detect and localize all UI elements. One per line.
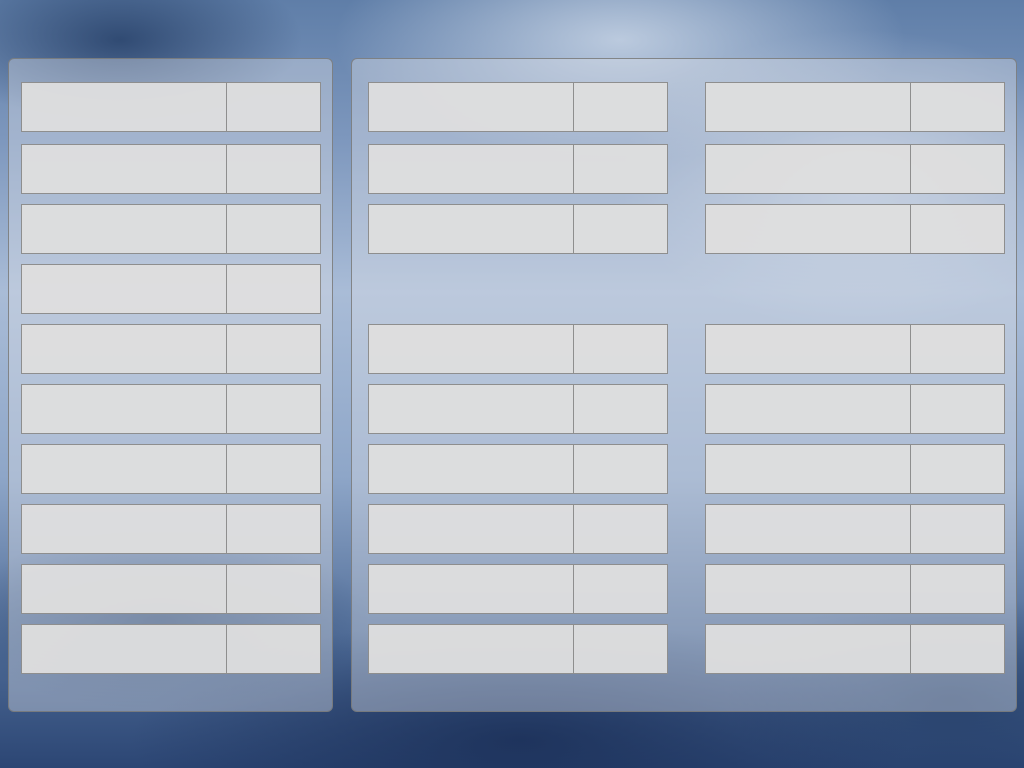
row-name-cell xyxy=(706,325,911,373)
left-list-row[interactable] xyxy=(21,324,321,374)
row-name-cell xyxy=(369,505,574,553)
row-name-cell xyxy=(369,83,574,131)
column-a-row[interactable] xyxy=(368,444,668,494)
row-value-cell xyxy=(574,505,667,553)
row-name-cell xyxy=(22,385,227,433)
column-b-row[interactable] xyxy=(705,444,1005,494)
row-name-cell xyxy=(22,205,227,253)
left-list-row[interactable] xyxy=(21,144,321,194)
row-value-cell xyxy=(227,205,320,253)
left-list-row[interactable] xyxy=(21,384,321,434)
row-name-cell xyxy=(369,145,574,193)
row-name-cell xyxy=(369,445,574,493)
row-value-cell xyxy=(574,205,667,253)
left-list-row[interactable] xyxy=(21,82,321,132)
row-value-cell xyxy=(227,145,320,193)
column-b-row[interactable] xyxy=(705,324,1005,374)
column-b-row[interactable] xyxy=(705,144,1005,194)
column-b-row[interactable] xyxy=(705,564,1005,614)
row-value-cell xyxy=(911,445,1004,493)
column-b-row[interactable] xyxy=(705,624,1005,674)
row-value-cell xyxy=(574,385,667,433)
left-list-row[interactable] xyxy=(21,204,321,254)
row-value-cell xyxy=(574,145,667,193)
row-name-cell xyxy=(706,83,911,131)
column-b-row[interactable] xyxy=(705,82,1005,132)
row-value-cell xyxy=(911,385,1004,433)
column-a-row[interactable] xyxy=(368,324,668,374)
row-value-cell xyxy=(227,625,320,673)
row-value-cell xyxy=(227,83,320,131)
left-list-row[interactable] xyxy=(21,504,321,554)
left-list-row[interactable] xyxy=(21,564,321,614)
column-a-row[interactable] xyxy=(368,384,668,434)
row-name-cell xyxy=(22,625,227,673)
row-value-cell xyxy=(227,505,320,553)
left-list-row[interactable] xyxy=(21,444,321,494)
column-a-row[interactable] xyxy=(368,624,668,674)
row-name-cell xyxy=(706,625,911,673)
row-value-cell xyxy=(574,83,667,131)
row-value-cell xyxy=(227,385,320,433)
row-value-cell xyxy=(911,565,1004,613)
row-value-cell xyxy=(227,445,320,493)
row-name-cell xyxy=(22,145,227,193)
row-value-cell xyxy=(227,565,320,613)
row-value-cell xyxy=(574,565,667,613)
left-list-row[interactable] xyxy=(21,264,321,314)
row-name-cell xyxy=(706,505,911,553)
row-name-cell xyxy=(706,445,911,493)
column-a-row[interactable] xyxy=(368,564,668,614)
row-value-cell xyxy=(911,325,1004,373)
row-name-cell xyxy=(706,145,911,193)
row-name-cell xyxy=(22,565,227,613)
row-name-cell xyxy=(22,265,227,313)
right-panel xyxy=(351,58,1017,712)
column-a-row[interactable] xyxy=(368,144,668,194)
row-value-cell xyxy=(911,83,1004,131)
column-b-row[interactable] xyxy=(705,204,1005,254)
left-panel xyxy=(8,58,333,712)
row-name-cell xyxy=(22,445,227,493)
column-a-row[interactable] xyxy=(368,504,668,554)
row-name-cell xyxy=(706,205,911,253)
row-name-cell xyxy=(369,625,574,673)
row-name-cell xyxy=(369,325,574,373)
row-value-cell xyxy=(227,265,320,313)
row-value-cell xyxy=(227,325,320,373)
row-name-cell xyxy=(22,83,227,131)
column-a-row[interactable] xyxy=(368,204,668,254)
row-name-cell xyxy=(369,565,574,613)
row-name-cell xyxy=(706,565,911,613)
row-value-cell xyxy=(911,145,1004,193)
row-value-cell xyxy=(911,205,1004,253)
row-name-cell xyxy=(706,385,911,433)
row-name-cell xyxy=(22,325,227,373)
row-name-cell xyxy=(369,385,574,433)
column-b-row[interactable] xyxy=(705,504,1005,554)
row-value-cell xyxy=(574,325,667,373)
row-name-cell xyxy=(369,205,574,253)
column-a-row[interactable] xyxy=(368,82,668,132)
row-value-cell xyxy=(911,625,1004,673)
column-b-row[interactable] xyxy=(705,384,1005,434)
row-name-cell xyxy=(22,505,227,553)
row-value-cell xyxy=(574,625,667,673)
row-value-cell xyxy=(911,505,1004,553)
row-value-cell xyxy=(574,445,667,493)
left-list-row[interactable] xyxy=(21,624,321,674)
